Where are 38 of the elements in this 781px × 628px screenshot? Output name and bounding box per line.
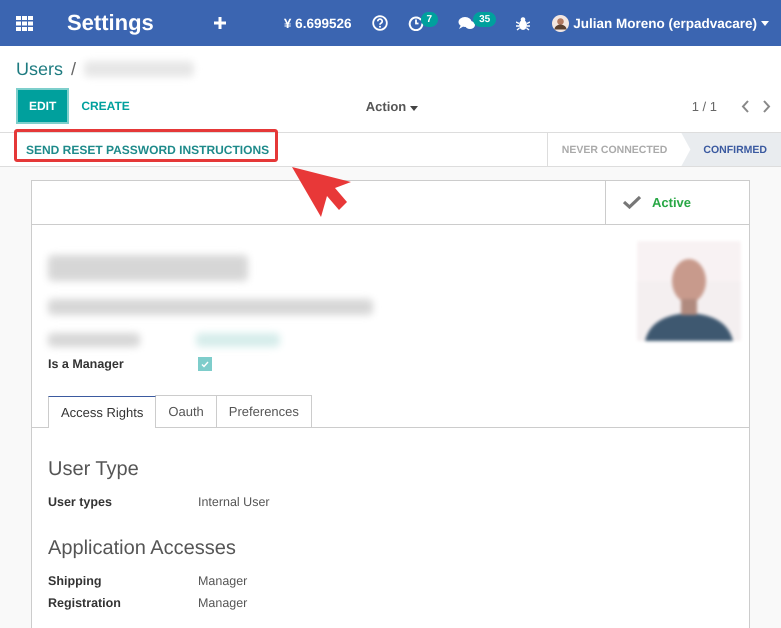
bug-icon[interactable] [516, 16, 530, 30]
app-title: Settings [67, 10, 154, 36]
caret-icon[interactable] [410, 106, 418, 110]
activity-count-badge: 7 [420, 12, 438, 26]
breadcrumb-link[interactable]: Users [16, 58, 64, 80]
status-stage[interactable]: CONFIRMED [681, 133, 781, 166]
plus-icon[interactable] [214, 17, 226, 29]
next-icon[interactable] [762, 100, 771, 112]
action-dropdown[interactable]: Action [362, 94, 422, 118]
help-icon[interactable] [372, 15, 388, 31]
avatar-icon[interactable] [552, 14, 570, 32]
tab[interactable]: Access Rights [48, 396, 156, 428]
currency-rate[interactable]: ¥ 6.699526 [284, 16, 352, 30]
field-label: Registration [48, 596, 122, 610]
breadcrumb-separator: / [71, 58, 76, 80]
field-value: Manager [198, 596, 248, 610]
apps-menu-icon[interactable] [16, 16, 33, 30]
previous-icon[interactable] [741, 100, 750, 112]
reset-password-button[interactable]: SEND RESET PASSWORD INSTRUCTIONS [16, 134, 280, 164]
pager-value: 1 / 1 [692, 98, 717, 114]
field-label: User types [48, 495, 113, 509]
clock-icon[interactable] [408, 15, 424, 31]
section-title: User Type [48, 458, 140, 481]
checkmark-icon[interactable] [622, 195, 642, 210]
checkbox[interactable] [198, 357, 212, 371]
pointer-arrow-icon [291, 166, 353, 218]
section-title: Application Accesses [48, 537, 237, 560]
messages-count-badge: 35 [473, 12, 496, 26]
edit-button[interactable]: EDIT [16, 88, 70, 124]
field-value: Manager [198, 574, 248, 588]
field-label: Is a Manager [48, 357, 125, 371]
field-value: Internal User [198, 495, 270, 509]
caret-icon[interactable] [761, 20, 769, 26]
user-menu[interactable]: Julian Moreno (erpadvacare) [573, 16, 757, 30]
create-button[interactable]: CREATE [69, 90, 142, 122]
tab[interactable]: Preferences [216, 395, 312, 427]
chat-icon[interactable] [458, 16, 476, 30]
field-label: Shipping [48, 574, 102, 588]
